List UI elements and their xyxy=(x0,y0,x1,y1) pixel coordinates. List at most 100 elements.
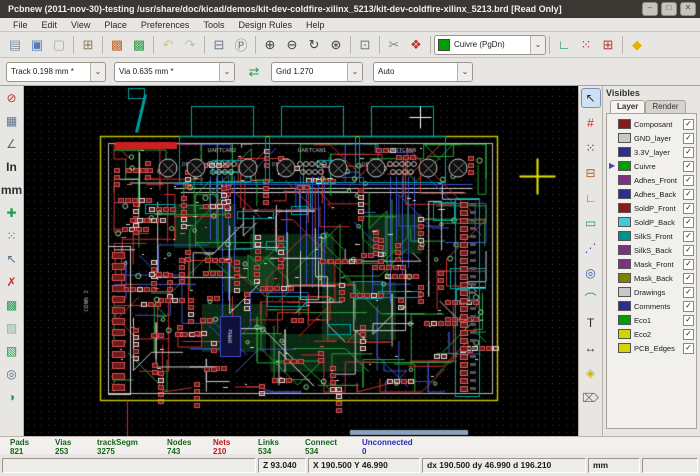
tab-layer[interactable]: Layer xyxy=(610,100,645,113)
plot-svg-icon[interactable]: ▢ xyxy=(48,34,70,56)
layer-visibility-checkbox[interactable]: ✓ xyxy=(683,259,694,270)
layer-row-drawings[interactable]: Drawings✓ xyxy=(607,285,696,299)
library-browser-icon[interactable]: ▩ xyxy=(128,34,150,56)
zones-show-icon[interactable]: ▩ xyxy=(2,295,22,315)
layer-row-pcb_edges[interactable]: PCB_Edges✓ xyxy=(607,341,696,355)
layer-visibility-checkbox[interactable]: ✓ xyxy=(683,301,694,312)
add-text-icon[interactable]: T xyxy=(581,313,601,333)
menu-edit[interactable]: Edit xyxy=(35,20,65,30)
layer-visibility-checkbox[interactable]: ✓ xyxy=(683,273,694,284)
undo-icon[interactable]: ↶ xyxy=(157,34,179,56)
add-target-icon[interactable]: ◈ xyxy=(581,363,601,383)
layer-color-swatch[interactable] xyxy=(618,287,631,297)
zoom-fit-icon[interactable]: ⊛ xyxy=(325,34,347,56)
layer-row-mask_back[interactable]: Mask_Back✓ xyxy=(607,271,696,285)
contrast-mode-icon[interactable]: ◑ xyxy=(2,387,22,407)
drc-off-icon[interactable]: ⊘ xyxy=(2,88,22,108)
local-ratsnest-icon[interactable]: ⁙ xyxy=(581,138,601,158)
layer-row-adhes_back[interactable]: Adhes_Back✓ xyxy=(607,187,696,201)
add-track-icon[interactable]: ∟ xyxy=(581,188,601,208)
zoom-out-icon[interactable]: ⊖ xyxy=(281,34,303,56)
title-bar[interactable]: Pcbnew (2011-nov-30)-testing /usr/share/… xyxy=(0,0,700,18)
menu-preferences[interactable]: Preferences xyxy=(134,20,197,30)
select-tool-icon[interactable]: ↖ xyxy=(581,88,601,108)
polar-coords-icon[interactable]: ∠ xyxy=(2,134,22,154)
tab-render[interactable]: Render xyxy=(645,100,685,113)
add-module-icon[interactable]: ⊟ xyxy=(581,163,601,183)
zoom-select[interactable]: Auto ⌄ xyxy=(373,62,473,82)
layer-row-eco2[interactable]: Eco2✓ xyxy=(607,327,696,341)
add-zone-icon[interactable]: ▭ xyxy=(581,213,601,233)
add-dimension-icon[interactable]: ↔ xyxy=(581,338,601,358)
layer-row-soldp_front[interactable]: SoldP_Front✓ xyxy=(607,201,696,215)
print-icon[interactable]: ⊟ xyxy=(208,34,230,56)
chevron-down-icon[interactable]: ⌄ xyxy=(457,63,472,81)
layer-row-cuivre[interactable]: ▶Cuivre✓ xyxy=(607,159,696,173)
layer-row-silks_back[interactable]: SilkS_Back✓ xyxy=(607,243,696,257)
units-inches-icon[interactable]: In xyxy=(2,157,22,177)
page-settings-icon[interactable]: ⊞ xyxy=(77,34,99,56)
layer-color-swatch[interactable] xyxy=(618,133,631,143)
cursor-shape-icon[interactable]: ✚ xyxy=(2,203,22,223)
layer-visibility-checkbox[interactable]: ✓ xyxy=(683,315,694,326)
layer-row-soldp_back[interactable]: SoldP_Back✓ xyxy=(607,215,696,229)
menu-view[interactable]: View xyxy=(64,20,97,30)
layer-visibility-checkbox[interactable]: ✓ xyxy=(683,189,694,200)
pcb-canvas[interactable] xyxy=(24,86,578,436)
grid-size-select[interactable]: Grid 1.270 ⌄ xyxy=(271,62,363,82)
layer-visibility-checkbox[interactable]: ✓ xyxy=(683,203,694,214)
maximize-button[interactable]: □ xyxy=(661,2,677,16)
module-ratsnest-icon[interactable]: ↖ xyxy=(2,249,22,269)
layer-color-swatch[interactable] xyxy=(618,245,631,255)
layer-visibility-checkbox[interactable]: ✓ xyxy=(683,329,694,340)
zoom-in-icon[interactable]: ⊕ xyxy=(259,34,281,56)
track-mode-icon[interactable]: ∟ xyxy=(553,34,575,56)
layer-color-swatch[interactable] xyxy=(618,231,631,241)
add-graphic-line-icon[interactable]: ⋰ xyxy=(581,238,601,258)
menu-design-rules[interactable]: Design Rules xyxy=(231,20,299,30)
track-autodelete-icon[interactable]: ✗ xyxy=(2,272,22,292)
layer-color-swatch[interactable] xyxy=(618,147,631,157)
new-board-icon[interactable]: ▤ xyxy=(4,34,26,56)
units-mm-icon[interactable]: mm xyxy=(2,180,22,200)
menu-file[interactable]: File xyxy=(6,20,35,30)
delete-items-icon[interactable]: ⌦ xyxy=(581,388,601,408)
design-rules-icon[interactable]: ◆ xyxy=(626,34,648,56)
layer-color-swatch[interactable] xyxy=(618,161,631,171)
menu-tools[interactable]: Tools xyxy=(196,20,231,30)
add-arc-icon[interactable]: ⌒ xyxy=(581,288,601,308)
highlight-net-icon[interactable]: # xyxy=(581,113,601,133)
layer-row-eco1[interactable]: Eco1✓ xyxy=(607,313,696,327)
layer-visibility-checkbox[interactable]: ✓ xyxy=(683,217,694,228)
layer-color-swatch[interactable] xyxy=(618,119,631,129)
grid-toggle-icon[interactable]: ▦ xyxy=(2,111,22,131)
layer-color-swatch[interactable] xyxy=(618,217,631,227)
track-width-select[interactable]: Track 0.198 mm * ⌄ xyxy=(6,62,106,82)
ratsnest-mode-icon[interactable]: ⁙ xyxy=(575,34,597,56)
menu-place[interactable]: Place xyxy=(97,20,134,30)
zones-outline-icon[interactable]: ▧ xyxy=(2,341,22,361)
layer-row-silks_front[interactable]: SilkS_Front✓ xyxy=(607,229,696,243)
add-graphic-circle-icon[interactable]: ◎ xyxy=(581,263,601,283)
active-layer-select[interactable]: Cuivre (PgDn)⌄ xyxy=(434,35,546,55)
pcb-canvas-area[interactable] xyxy=(24,86,578,436)
layer-color-swatch[interactable] xyxy=(618,203,631,213)
layer-color-swatch[interactable] xyxy=(618,175,631,185)
ratsnest-show-icon[interactable]: ⁙ xyxy=(2,226,22,246)
zoom-selection-icon[interactable]: ⊡ xyxy=(354,34,376,56)
layer-visibility-checkbox[interactable]: ✓ xyxy=(683,343,694,354)
redo-icon[interactable]: ↷ xyxy=(179,34,201,56)
auto-track-width-icon[interactable]: ⇄ xyxy=(243,61,265,83)
zones-hide-icon[interactable]: ▨ xyxy=(2,318,22,338)
layer-color-swatch[interactable] xyxy=(618,301,631,311)
layer-color-swatch[interactable] xyxy=(618,259,631,269)
layer-visibility-checkbox[interactable]: ✓ xyxy=(683,245,694,256)
chevron-down-icon[interactable]: ⌄ xyxy=(347,63,362,81)
module-editor-icon[interactable]: ▩ xyxy=(106,34,128,56)
layer-visibility-checkbox[interactable]: ✓ xyxy=(683,133,694,144)
plot-icon[interactable]: Ⓟ xyxy=(230,34,252,56)
layer-color-swatch[interactable] xyxy=(618,189,631,199)
layer-color-swatch[interactable] xyxy=(618,329,631,339)
footprint-mode-icon[interactable]: ⊞ xyxy=(597,34,619,56)
layer-row-mask_front[interactable]: Mask_Front✓ xyxy=(607,257,696,271)
